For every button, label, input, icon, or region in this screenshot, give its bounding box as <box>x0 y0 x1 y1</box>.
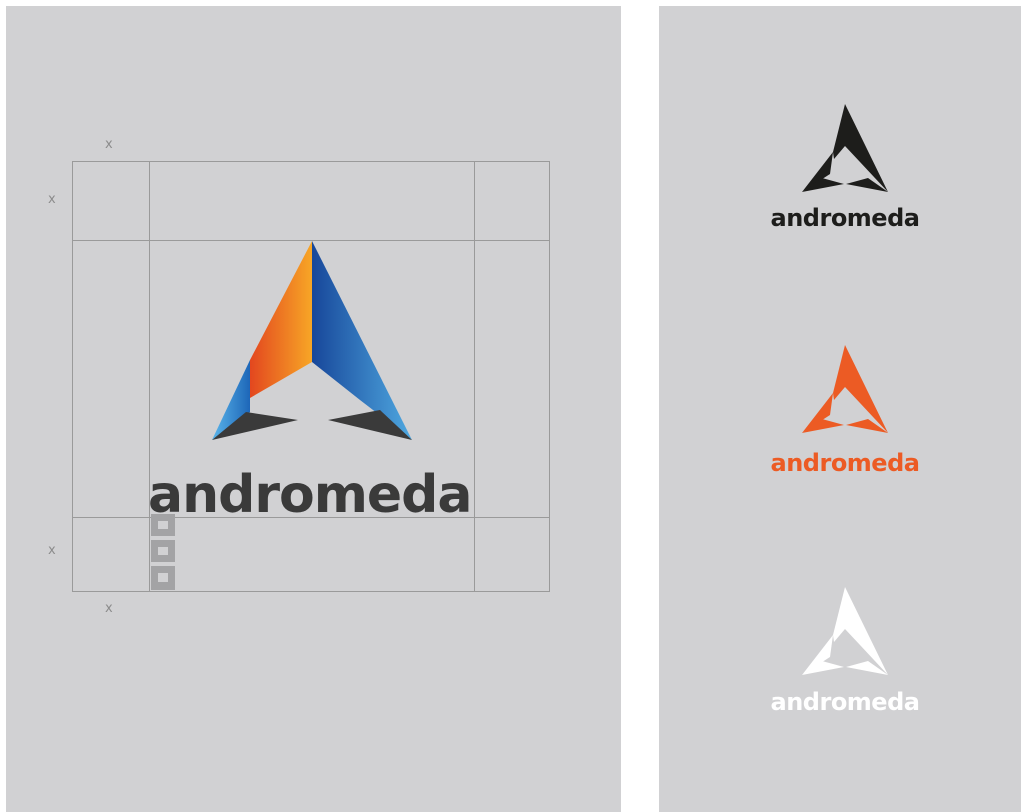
logo-black-mark-icon <box>802 104 888 192</box>
main-wordmark: andromeda <box>148 465 472 525</box>
clearance-reference-marks <box>151 514 175 590</box>
wordmark-orange: andromeda <box>770 449 920 477</box>
logo-white-mark-icon <box>802 587 888 675</box>
logo-orange-mark-icon <box>802 345 888 433</box>
wordmark-white: andromeda <box>770 688 920 716</box>
wordmark-black: andromeda <box>770 204 920 232</box>
